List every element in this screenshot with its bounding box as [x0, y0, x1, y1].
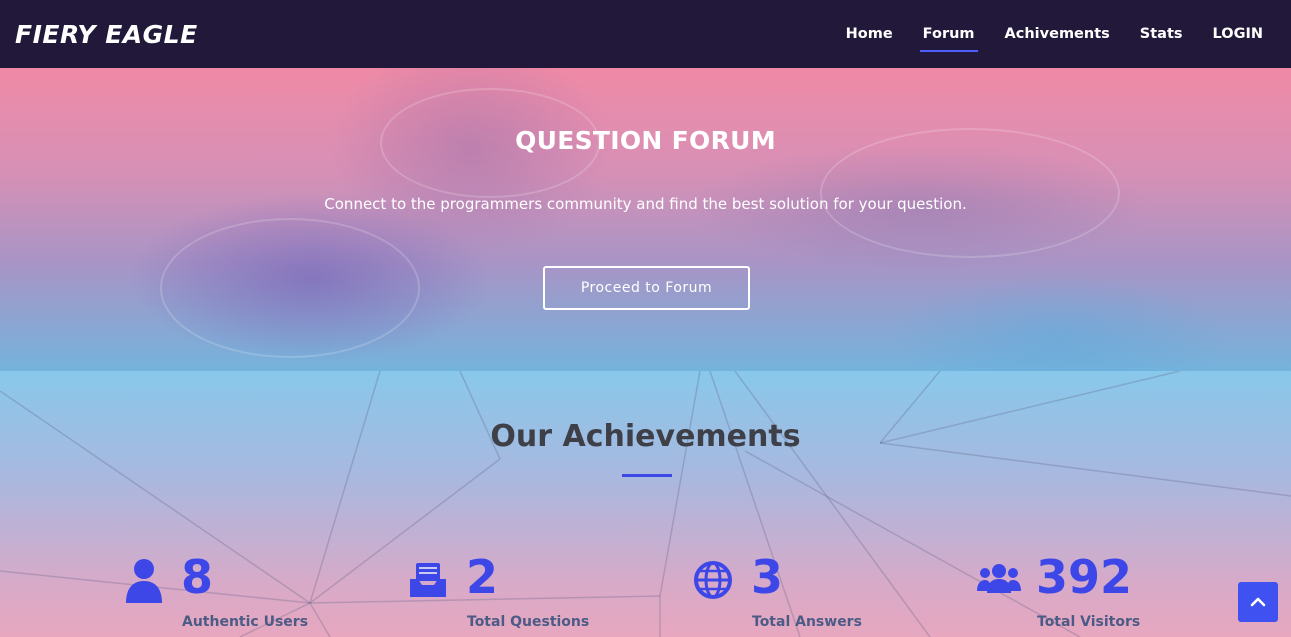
hero-banner: QUESTION FORUM Connect to the programmer… — [0, 68, 1291, 371]
hero-title: QUESTION FORUM — [515, 126, 776, 155]
nav-item-login[interactable]: LOGIN — [1213, 20, 1263, 48]
user-icon — [126, 559, 162, 603]
navbar: FIERY EAGLE Home Forum Achivements Stats… — [0, 0, 1291, 68]
nav-item-forum[interactable]: Forum — [919, 20, 978, 52]
stat-value: 2 — [466, 550, 499, 604]
stat-label: Authentic Users — [182, 614, 309, 630]
hero-subtitle: Connect to the programmers community and… — [324, 195, 967, 213]
stat-value: 392 — [1036, 550, 1133, 604]
stat-value: 3 — [751, 550, 784, 604]
stat-value: 8 — [181, 550, 214, 604]
title-underline — [622, 474, 672, 477]
users-icon — [977, 564, 1021, 593]
inbox-icon — [410, 563, 446, 597]
nav-item-home[interactable]: Home — [846, 20, 893, 48]
stat-label: Total Answers — [752, 614, 862, 630]
nav-item-stats[interactable]: Stats — [1140, 20, 1183, 48]
hero-decor — [160, 218, 420, 358]
scroll-to-top-button[interactable] — [1238, 582, 1278, 622]
achievements-title: Our Achievements — [490, 419, 801, 454]
brand-logo[interactable]: FIERY EAGLE — [15, 20, 198, 49]
stat-label: Total Questions — [467, 614, 590, 630]
globe-icon — [694, 561, 732, 599]
achievements-section: Our Achievements 8 Authentic Users 2 Tot… — [0, 371, 1291, 637]
nav-menu: Home Forum Achivements Stats LOGIN — [816, 20, 1263, 52]
proceed-to-forum-button[interactable]: Proceed to Forum — [543, 266, 750, 310]
stat-label: Total Visitors — [1037, 614, 1141, 630]
chevron-up-icon — [1250, 597, 1266, 607]
nav-item-achievements[interactable]: Achivements — [1005, 20, 1110, 48]
